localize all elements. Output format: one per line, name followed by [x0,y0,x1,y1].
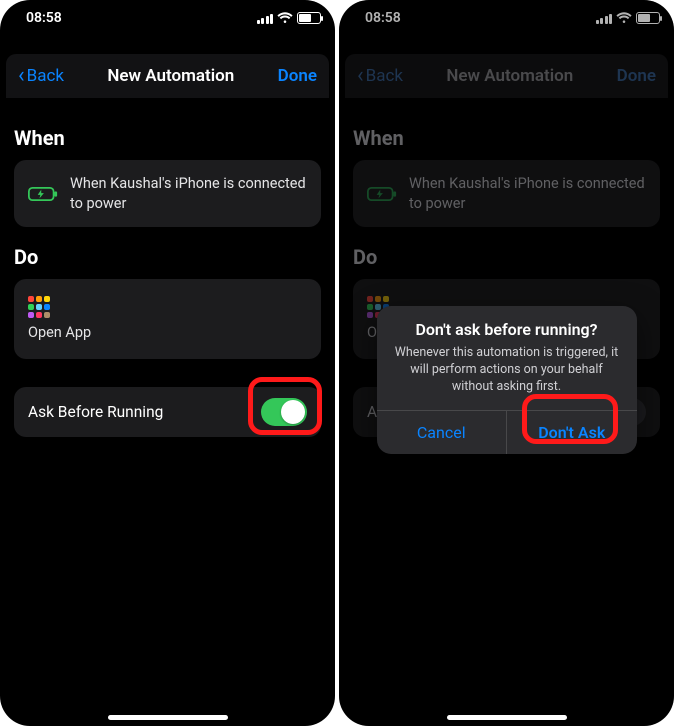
when-trigger-card: When Kaushal's iPhone is connected to po… [353,160,660,227]
status-indicators [596,12,661,24]
status-indicators [257,12,322,24]
section-when-title: When [353,126,660,150]
back-button[interactable]: ‹ Back [18,65,64,87]
ask-before-running-row: Ask [353,387,660,437]
status-bar: 08:58 [339,0,674,30]
ask-before-running-toggle [600,398,646,426]
ask-before-running-label: Ask [367,403,393,421]
chevron-left-icon: ‹ [357,65,364,87]
nav-bar: ‹ Back New Automation Done [345,54,668,98]
status-time: 08:58 [353,10,401,26]
page-title: New Automation [107,66,234,86]
battery-icon [297,12,321,24]
when-trigger-text: When Kaushal's iPhone is connected to po… [70,174,307,213]
do-action-label: Open App [28,324,91,341]
back-button: ‹ Back [357,65,403,87]
status-time: 08:58 [14,10,62,26]
battery-icon [636,12,660,24]
home-indicator[interactable] [108,715,228,720]
back-label: Back [366,66,403,86]
ask-before-running-label: Ask Before Running [28,403,163,421]
page-title: New Automation [446,66,573,86]
section-do-title: Do [353,245,660,269]
do-action-card[interactable]: Open App [14,279,321,359]
screenshot-left: 08:58 ‹ Back New Automation Done When Wh… [0,0,335,726]
content: When When Kaushal's iPhone is connected … [0,98,335,447]
toggle-knob [602,400,626,424]
status-bar: 08:58 [0,0,335,30]
ask-before-running-row: Ask Before Running [14,387,321,437]
done-button: Done [617,66,656,86]
cellular-icon [257,13,274,24]
nav-bar: ‹ Back New Automation Done [6,54,329,98]
wifi-icon [277,12,293,24]
screenshot-right: 08:58 ‹ Back New Automation Done When Wh… [339,0,674,726]
app-grid-icon [367,296,389,318]
do-action-card: Op [353,279,660,359]
charging-icon [28,185,58,203]
app-grid-icon [28,296,50,318]
when-trigger-card[interactable]: When Kaushal's iPhone is connected to po… [14,160,321,227]
done-button[interactable]: Done [278,66,317,86]
section-do-title: Do [14,245,321,269]
back-label: Back [27,66,64,86]
home-indicator[interactable] [447,715,567,720]
do-action-label: Op [367,324,385,341]
cellular-icon [596,13,613,24]
when-trigger-text: When Kaushal's iPhone is connected to po… [409,174,646,213]
content: When When Kaushal's iPhone is connected … [339,98,674,447]
charging-icon [367,185,397,203]
toggle-knob [281,400,305,424]
section-when-title: When [14,126,321,150]
ask-before-running-toggle[interactable] [261,398,307,426]
wifi-icon [616,12,632,24]
chevron-left-icon: ‹ [18,65,25,87]
